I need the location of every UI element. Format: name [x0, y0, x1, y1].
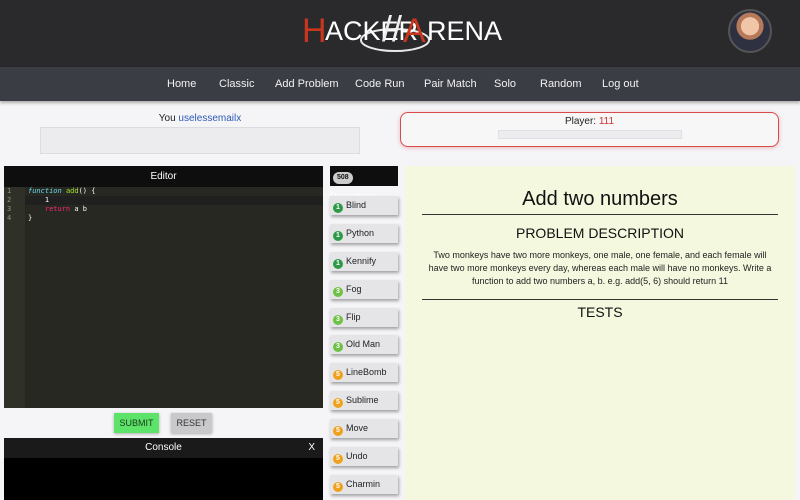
cost-badge: 3 — [333, 315, 343, 325]
cost-badge: 1 — [333, 203, 343, 213]
main-nav: Home Classic Add Problem Code Run Pair M… — [0, 67, 800, 101]
disruption-flip[interactable]: 3 Flip — [330, 308, 398, 327]
nav-random[interactable]: Random — [540, 78, 582, 90]
disruption-fog[interactable]: 3 Fog — [330, 280, 398, 299]
submit-button[interactable]: SUBMIT — [114, 413, 159, 433]
you-username-link[interactable]: uselessemailx — [178, 113, 241, 124]
cost-badge: 3 — [333, 287, 343, 297]
disruption-label: Blind — [346, 200, 367, 210]
code-token: () { — [78, 187, 96, 195]
disruption-label: Kennify — [346, 256, 377, 266]
player-id: 111 — [598, 116, 615, 127]
disruption-kennify[interactable]: 1 Kennify — [330, 252, 398, 271]
you-status-box — [40, 127, 360, 154]
cost-badge: 5 — [333, 482, 343, 492]
problem-title: Add two numbers — [522, 188, 678, 210]
nav-solo[interactable]: Solo — [494, 78, 516, 90]
disruptions-header: 508 Disruptions — [330, 166, 398, 201]
disruption-blind[interactable]: 1 Blind — [330, 196, 398, 215]
tests-heading: TESTS — [577, 304, 623, 320]
logo-h-letter: H — [302, 12, 327, 50]
problem-description-text: Two monkeys have two more monkeys, one m… — [428, 250, 772, 286]
disruption-old-man[interactable]: 3 Old Man — [330, 335, 398, 354]
player-label: Player: — [564, 116, 597, 127]
logo-a-letter: A — [403, 12, 426, 50]
code-line: function add() { — [28, 187, 95, 196]
problem-panel: Add two numbers PROBLEM DESCRIPTION Two … — [405, 166, 795, 500]
disruption-label: Move — [346, 423, 369, 433]
hackerarena-logo[interactable]: H ACKER // A RENA — [300, 8, 503, 60]
code-function-name: add — [65, 187, 79, 195]
cost-badge: 5 — [333, 454, 343, 464]
cost-badge: 5 — [333, 426, 343, 436]
disruption-label: Flip — [346, 312, 361, 322]
cost-badge: 3 — [333, 342, 343, 352]
line-number: 4 — [7, 214, 12, 222]
disruption-charmin[interactable]: 5 Charmin — [330, 475, 398, 494]
code-line: 1 — [28, 196, 50, 204]
line-number: 3 — [7, 205, 12, 213]
disruption-undo[interactable]: 5 Undo — [330, 447, 398, 466]
you-panel: You uselessemailx — [40, 113, 360, 154]
disruption-label: Charmin — [346, 479, 381, 489]
nav-add-problem[interactable]: Add Problem — [275, 78, 339, 90]
problem-description-heading: PROBLEM DESCRIPTION — [515, 225, 685, 241]
cost-badge: 1 — [333, 259, 343, 269]
disruption-python[interactable]: 1 Python — [330, 224, 398, 243]
cost-badge: 5 — [333, 370, 343, 380]
you-line: You uselessemailx — [40, 113, 360, 124]
player-status-box — [497, 130, 682, 139]
nav-log-out[interactable]: Log out — [602, 78, 639, 90]
opponent-panel: Player: 111 — [400, 112, 779, 147]
console-header: Console X — [4, 438, 323, 458]
reset-button[interactable]: RESET — [171, 413, 212, 433]
disruption-move[interactable]: 5 Move — [330, 419, 398, 438]
code-keyword: function — [28, 187, 62, 195]
disruption-label: Sublime — [346, 395, 379, 405]
console-panel: Console X — [4, 438, 323, 500]
you-label: You — [158, 113, 176, 124]
cost-badge: 5 — [333, 398, 343, 408]
nav-classic[interactable]: Classic — [219, 78, 254, 90]
code-line: } — [28, 214, 33, 222]
close-icon[interactable]: X — [308, 438, 315, 458]
console-title: Console — [145, 442, 182, 453]
nav-pair-match[interactable]: Pair Match — [424, 78, 477, 90]
nav-code-run[interactable]: Code Run — [355, 78, 405, 90]
code-line: return a b — [28, 205, 95, 214]
editor-gutter: 1 2 3 4 — [4, 187, 25, 408]
player-line: Player: 111 — [401, 116, 778, 127]
logo-slash-text: // — [382, 8, 403, 49]
code-token: a b — [70, 205, 88, 213]
disruption-label: Fog — [346, 284, 362, 294]
code-keyword: return — [44, 205, 71, 213]
disruption-label: Python — [346, 228, 375, 238]
nav-home[interactable]: Home — [167, 78, 196, 90]
user-avatar[interactable] — [728, 9, 772, 53]
cost-badge: 1 — [333, 231, 343, 241]
logo-rena-text: RENA — [427, 16, 503, 46]
disruption-label: Old Man — [346, 339, 381, 349]
top-header: H ACKER // A RENA — [0, 0, 800, 67]
disruption-label: Undo — [346, 451, 368, 461]
disruption-points-badge: 508 — [333, 172, 353, 184]
editor-title: Editor — [4, 166, 323, 187]
disruption-sublime[interactable]: 5 Sublime — [330, 391, 398, 410]
line-number: 1 — [7, 187, 12, 195]
disruption-linebomb[interactable]: 5 LineBomb — [330, 363, 398, 382]
disruption-label: LineBomb — [346, 367, 387, 377]
code-editor[interactable]: Editor 1 2 3 4 function add() { 1 return… — [4, 166, 323, 408]
code-text-area[interactable]: function add() { 1 return a b } — [28, 187, 95, 223]
divider — [422, 299, 778, 300]
divider — [422, 214, 778, 215]
line-number: 2 — [7, 196, 12, 204]
